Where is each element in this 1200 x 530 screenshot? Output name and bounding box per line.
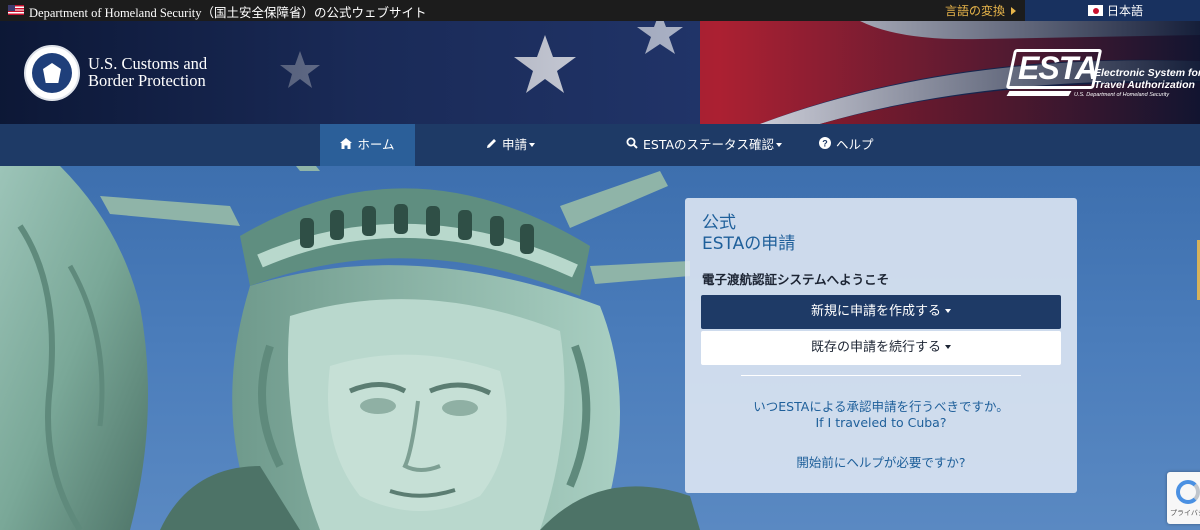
caret-down-icon xyxy=(776,143,783,147)
cuba-travel-link[interactable]: If I traveled to Cuba? xyxy=(685,415,1077,430)
caret-down-icon xyxy=(945,309,951,313)
continue-application-label: 既存の申請を続行する xyxy=(810,340,941,355)
recaptcha-privacy-text: プライバシー・利用 xyxy=(1170,509,1200,517)
caret-down-icon xyxy=(945,345,951,349)
nav-item-apply[interactable]: 申請 xyxy=(486,124,536,166)
agency-name-line1: U.S. Customs and xyxy=(88,54,208,73)
recaptcha-badge[interactable]: プライバシー・利用 xyxy=(1167,472,1200,524)
continue-application-button[interactable]: 既存の申請を続行する xyxy=(701,331,1061,365)
panel-title: 公式 ESTAの申請 xyxy=(702,213,795,255)
recaptcha-icon xyxy=(1176,480,1200,504)
main-nav: ホーム 申請 ESTAのステータス確認 ? ヘルプ xyxy=(0,124,1200,166)
home-icon xyxy=(340,124,353,166)
esta-full-name: Electronic System for Travel Authorizati… xyxy=(1094,67,1200,91)
nav-status-label: ESTAのステータス確認 xyxy=(643,137,775,152)
question-circle-icon: ? xyxy=(819,124,831,166)
welcome-text: 電子渡航認証システムへようこそ xyxy=(702,272,890,287)
language-switch-label: 言語の変換 xyxy=(945,4,1006,18)
nav-help-label: ヘルプ xyxy=(836,137,874,152)
statue-of-liberty-image xyxy=(0,166,700,530)
japan-flag-icon xyxy=(1088,5,1103,16)
gov-site-label: Department of Homeland Security（国土安全保障省）… xyxy=(29,6,427,20)
panel-divider xyxy=(741,375,1021,376)
panel-title-line1: 公式 xyxy=(702,213,736,233)
esta-dhs-subtext: U.S. Department of Homeland Security xyxy=(1074,92,1170,98)
esta-full-name-line1: Electronic System for xyxy=(1094,67,1200,79)
panel-title-line2: ESTAの申請 xyxy=(702,234,796,254)
nav-item-help[interactable]: ? ヘルプ xyxy=(819,124,874,166)
nav-item-home[interactable]: ホーム xyxy=(320,124,415,166)
esta-badge-base xyxy=(1006,91,1072,96)
esta-application-panel: 公式 ESTAの申請 電子渡航認証システムへようこそ 新規に申請を作成する 既存… xyxy=(685,198,1077,493)
help-before-start-link[interactable]: 開始前にヘルプが必要ですか? xyxy=(685,452,1077,471)
esta-full-name-line2: Travel Authorization xyxy=(1094,79,1195,91)
nav-apply-label: 申請 xyxy=(502,137,528,152)
play-arrow-icon xyxy=(1011,7,1017,15)
language-select[interactable]: 日本語 xyxy=(1025,0,1200,21)
new-application-label: 新規に申請を作成する xyxy=(810,304,941,319)
svg-text:?: ? xyxy=(822,139,828,149)
site-header: U.S. Customs and Border Protection ESTA … xyxy=(0,21,1200,124)
language-switch-link[interactable]: 言語の変換 xyxy=(945,2,1017,19)
search-icon xyxy=(626,124,638,166)
pencil-icon xyxy=(486,124,497,166)
gov-bar: Department of Homeland Security（国土安全保障省）… xyxy=(0,0,1200,21)
language-label: 日本語 xyxy=(1107,4,1144,18)
agency-name-line2: Border Protection xyxy=(88,71,206,90)
esta-logo[interactable]: ESTA Electronic System for Travel Author… xyxy=(1005,45,1200,103)
nav-item-status[interactable]: ESTAのステータス確認 xyxy=(626,124,783,166)
us-flag-icon xyxy=(8,5,24,15)
nav-home-label: ホーム xyxy=(357,137,395,152)
new-application-button[interactable]: 新規に申請を作成する xyxy=(701,295,1061,329)
caret-down-icon xyxy=(529,143,536,147)
esta-badge-text: ESTA xyxy=(1018,50,1098,86)
when-to-apply-link[interactable]: いつESTAによる承認申請を行うべきですか。 xyxy=(685,396,1077,415)
agency-name[interactable]: U.S. Customs and Border Protection xyxy=(88,55,207,89)
dhs-seal-logo[interactable] xyxy=(24,45,80,101)
